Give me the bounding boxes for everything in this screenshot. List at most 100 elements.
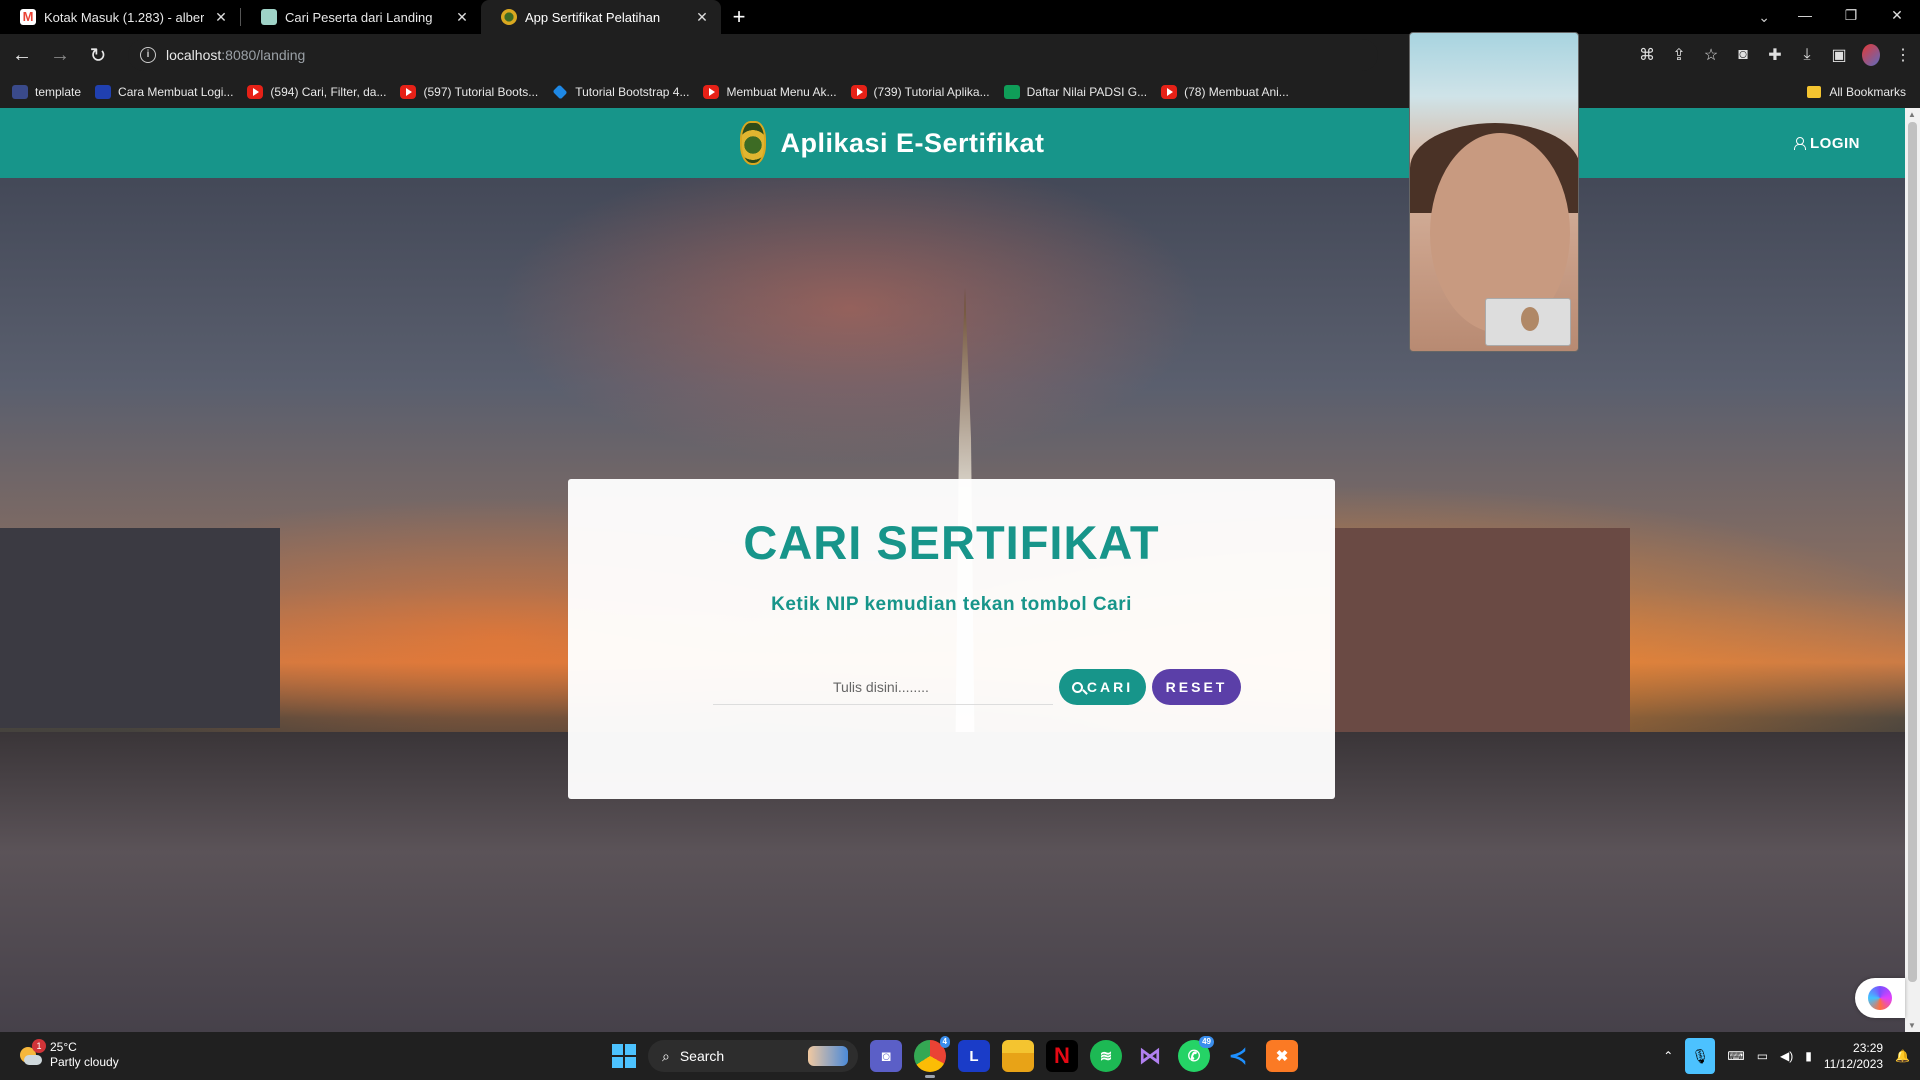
- chevron-up-icon[interactable]: ⌃: [1663, 1049, 1673, 1063]
- bookmark-item[interactable]: Tutorial Bootstrap 4...: [552, 84, 689, 100]
- cari-label: CARI: [1086, 679, 1134, 695]
- spotify-icon[interactable]: ≋: [1090, 1040, 1122, 1072]
- netflix-icon[interactable]: N: [1046, 1040, 1078, 1072]
- search-label: Search: [679, 1048, 725, 1064]
- building-silhouette: [1330, 528, 1630, 748]
- reset-label: RESET: [1165, 679, 1228, 695]
- bookmark-item[interactable]: (597) Tutorial Boots...: [400, 85, 538, 99]
- self-view-video[interactable]: [1485, 298, 1571, 346]
- bookmark-label: template: [35, 85, 82, 99]
- close-icon[interactable]: ✕: [212, 9, 230, 26]
- youtube-icon: [247, 85, 264, 99]
- app-navbar: Aplikasi E-Sertifikat LOGIN: [0, 108, 1905, 178]
- forward-icon[interactable]: →: [44, 44, 76, 67]
- search-card: CARI SERTIFIKAT Ketik NIP kemudian tekan…: [568, 479, 1335, 799]
- taskbar-search[interactable]: ⌕ Search: [648, 1040, 858, 1072]
- whatsapp-icon[interactable]: ✆ 49: [1178, 1036, 1214, 1072]
- cari-button[interactable]: CARI: [1059, 669, 1146, 705]
- page-icon: [261, 9, 277, 25]
- keyboard-icon[interactable]: ⌨: [1727, 1049, 1744, 1063]
- scroll-down-icon[interactable]: ▼: [1908, 1021, 1916, 1030]
- tab-app-sertifikat[interactable]: App Sertifikat Pelatihan ✕: [481, 0, 721, 34]
- clock[interactable]: 23:29 11/12/2023: [1824, 1040, 1883, 1072]
- bookmark-item[interactable]: Cara Membuat Logi...: [95, 85, 233, 99]
- tab-cari-peserta[interactable]: Cari Peserta dari Landing ✕: [241, 0, 481, 34]
- chrome-icon[interactable]: 4: [914, 1036, 950, 1078]
- nip-input[interactable]: [713, 669, 1053, 705]
- scroll-up-icon[interactable]: ▲: [1908, 110, 1916, 119]
- site-icon: [95, 85, 112, 99]
- file-explorer-icon[interactable]: [1002, 1040, 1034, 1072]
- bookmark-star-icon[interactable]: ☆: [1702, 45, 1720, 65]
- microphone-icon[interactable]: 🎙: [1685, 1038, 1716, 1074]
- bookmark-item[interactable]: (594) Cari, Filter, da...: [247, 85, 386, 99]
- volume-icon[interactable]: ◀): [1780, 1049, 1793, 1063]
- address-bar[interactable]: i localhost:8080/landing: [128, 39, 1378, 71]
- reload-icon[interactable]: ↻: [82, 43, 114, 68]
- translate-icon[interactable]: ⌘: [1638, 45, 1656, 65]
- tab-gmail[interactable]: M Kotak Masuk (1.283) - alberitussi ✕: [0, 0, 240, 34]
- extensions-icon[interactable]: ✚: [1766, 45, 1784, 65]
- search-highlight-image: [808, 1046, 848, 1066]
- bookmark-label: (78) Membuat Ani...: [1184, 85, 1289, 99]
- tab-title: Kotak Masuk (1.283) - alberitussi: [44, 9, 204, 25]
- info-icon[interactable]: i: [140, 47, 156, 63]
- profile-avatar[interactable]: [1862, 44, 1880, 66]
- menu-kebab-icon[interactable]: ⋮: [1894, 45, 1912, 65]
- chevron-down-icon[interactable]: ⌄: [1758, 2, 1770, 32]
- self-face: [1521, 307, 1539, 331]
- back-icon[interactable]: ←: [6, 44, 38, 67]
- share-icon[interactable]: ⇪: [1670, 45, 1688, 65]
- whatsapp-badge: 49: [1199, 1036, 1214, 1048]
- minimize-icon[interactable]: —: [1782, 0, 1828, 34]
- system-tray: ⌃ 🎙 ⌨ ▭ ◀) ▮ 23:29 11/12/2023 🔔: [1663, 1032, 1910, 1080]
- l-app-icon[interactable]: L: [958, 1040, 990, 1072]
- close-window-icon[interactable]: ✕: [1874, 0, 1920, 34]
- gmail-icon: M: [20, 9, 36, 25]
- crest-icon: [501, 9, 517, 25]
- login-link[interactable]: LOGIN: [1794, 108, 1860, 178]
- browser-tab-strip: M Kotak Masuk (1.283) - alberitussi ✕ Ca…: [0, 0, 1920, 34]
- side-panel-icon[interactable]: ▣: [1830, 45, 1848, 65]
- battery-icon[interactable]: ▮: [1805, 1049, 1812, 1063]
- all-bookmarks[interactable]: All Bookmarks: [1807, 76, 1906, 108]
- page-viewport: Aplikasi E-Sertifikat LOGIN CARI SERTIFI…: [0, 108, 1905, 1032]
- window-controls: — ❐ ✕: [1782, 0, 1920, 34]
- search-icon: [1071, 681, 1083, 693]
- bookmarks-bar: template Cara Membuat Logi... (594) Cari…: [0, 76, 1920, 108]
- reset-button[interactable]: RESET: [1152, 669, 1241, 705]
- restore-icon[interactable]: ❐: [1828, 0, 1874, 34]
- partly-cloudy-icon: 1: [18, 1039, 46, 1067]
- bookmark-label: (739) Tutorial Aplika...: [873, 85, 990, 99]
- bookmark-item[interactable]: (78) Membuat Ani...: [1161, 85, 1289, 99]
- vscode-icon[interactable]: ≺: [1222, 1040, 1254, 1072]
- meet-icon[interactable]: ◙: [870, 1040, 902, 1072]
- close-icon[interactable]: ✕: [693, 9, 711, 26]
- bookmark-item[interactable]: template: [12, 85, 81, 99]
- bookmark-label: Daftar Nilai PADSI G...: [1026, 85, 1148, 99]
- weather-widget[interactable]: 1 25°C Partly cloudy: [18, 1039, 119, 1070]
- start-button[interactable]: [612, 1044, 636, 1068]
- page-icon: [12, 85, 28, 99]
- bookmark-label: Cara Membuat Logi...: [118, 85, 234, 99]
- bookmark-item[interactable]: (739) Tutorial Aplika...: [850, 85, 990, 99]
- close-icon[interactable]: ✕: [453, 9, 471, 26]
- copilot-button[interactable]: [1855, 978, 1905, 1018]
- notification-bell-icon[interactable]: 🔔: [1895, 1049, 1910, 1063]
- weather-badge: 1: [32, 1039, 46, 1053]
- brand[interactable]: Aplikasi E-Sertifikat: [740, 121, 1044, 165]
- download-icon[interactable]: ⤓: [1798, 46, 1816, 64]
- youtube-icon: [703, 85, 720, 99]
- visual-studio-icon[interactable]: ⋈: [1134, 1040, 1166, 1072]
- camera-icon[interactable]: ◙: [1734, 46, 1752, 64]
- video-call-overlay[interactable]: [1409, 32, 1579, 352]
- xampp-icon[interactable]: ✖: [1266, 1040, 1298, 1072]
- scroll-thumb[interactable]: [1908, 122, 1917, 982]
- page-scrollbar[interactable]: ▲ ▼: [1905, 108, 1920, 1032]
- taskbar-apps: ⌕ Search ◙ 4 L N ≋ ⋈ ✆ 49 ≺ ✖: [612, 1032, 1298, 1080]
- display-icon[interactable]: ▭: [1757, 1049, 1768, 1063]
- bookmark-item[interactable]: Daftar Nilai PADSI G...: [1003, 85, 1148, 99]
- bookmark-item[interactable]: Membuat Menu Ak...: [703, 85, 837, 99]
- new-tab-button[interactable]: +: [721, 0, 757, 34]
- youtube-icon: [850, 85, 867, 99]
